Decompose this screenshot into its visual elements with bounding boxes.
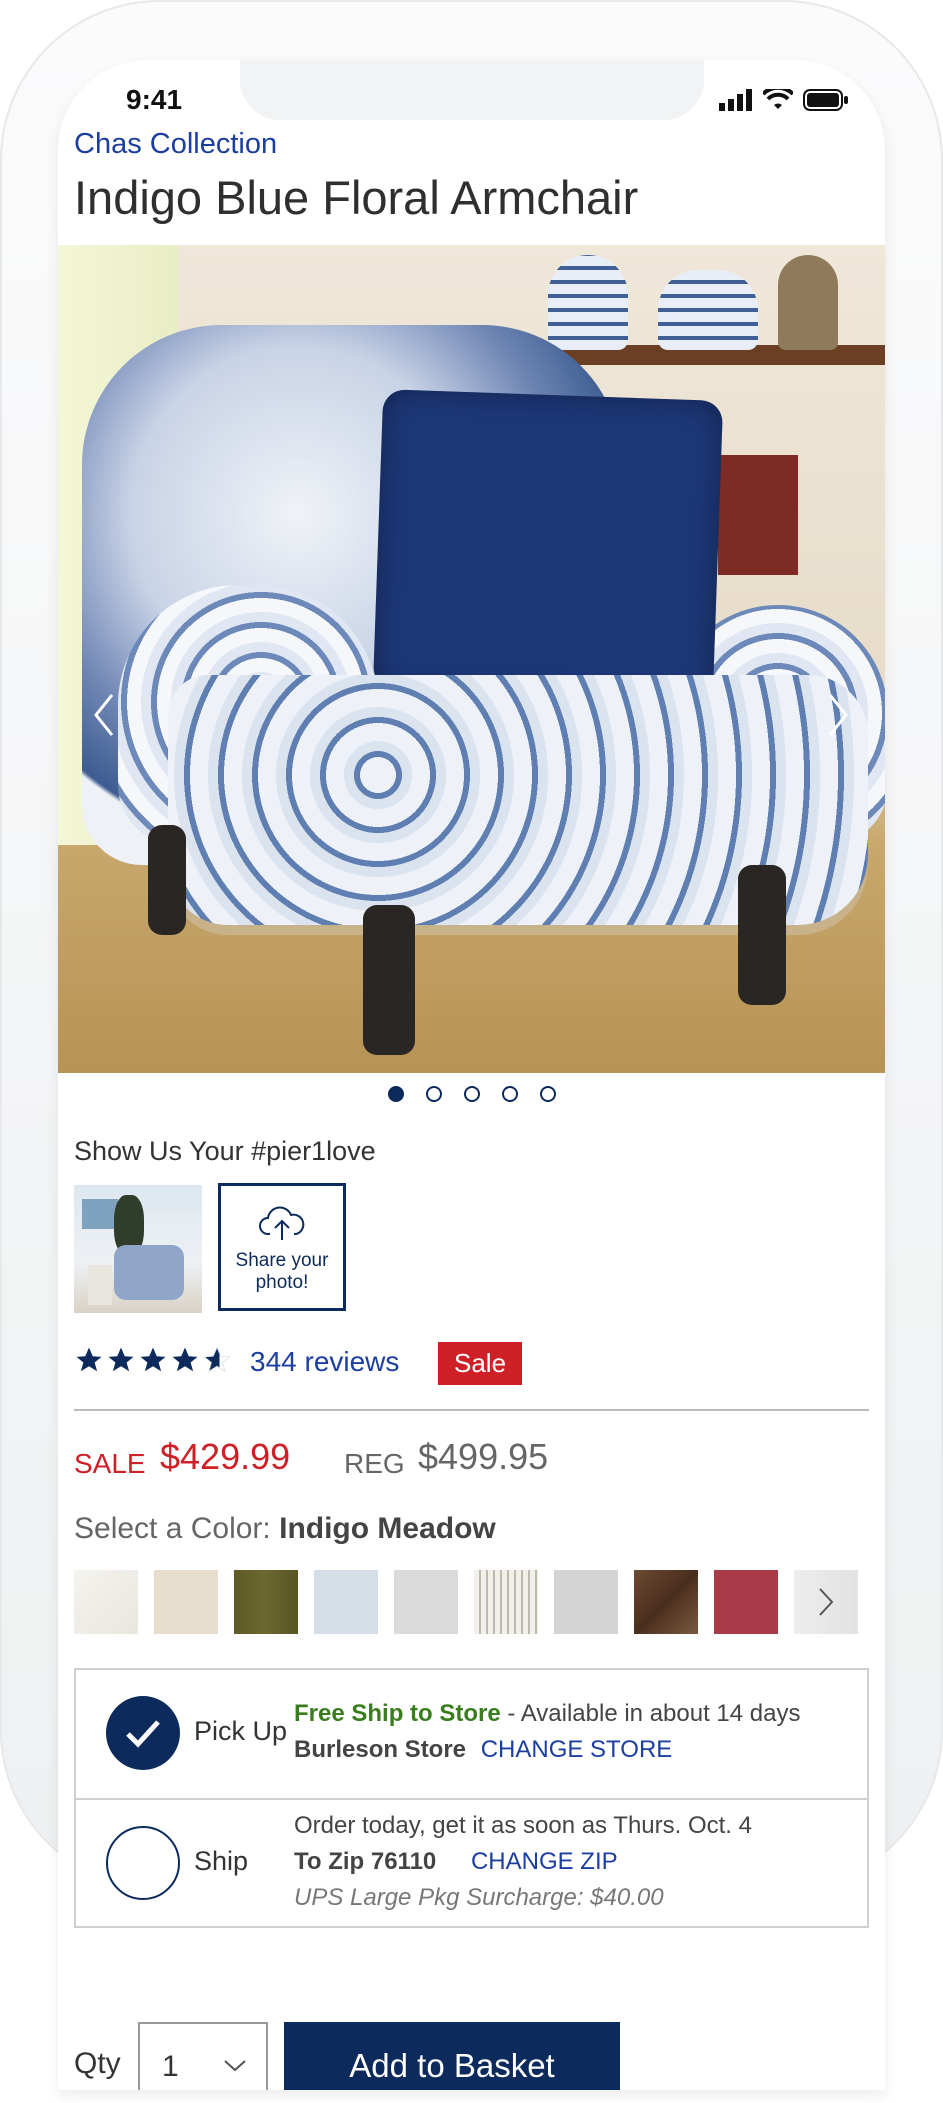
share-photo-button[interactable]: Share your photo! bbox=[218, 1183, 346, 1311]
pickup-radio[interactable] bbox=[106, 1696, 180, 1770]
chevron-left-icon bbox=[94, 694, 114, 736]
carousel-dot[interactable] bbox=[387, 1086, 404, 1102]
regular-price: $499.95 bbox=[418, 1436, 549, 1477]
color-swatches bbox=[74, 1570, 858, 1634]
share-photo-label: Share your photo! bbox=[235, 1250, 329, 1293]
carousel-dot[interactable] bbox=[425, 1086, 442, 1102]
color-label: Select a Color: Indigo Meadow bbox=[74, 1512, 496, 1546]
chevron-right-icon bbox=[828, 694, 848, 736]
star-rating bbox=[74, 1345, 232, 1375]
chevron-right-icon bbox=[819, 1588, 834, 1616]
carousel-dots bbox=[58, 1086, 885, 1102]
pickup-availability: Free Ship to Store - Available in about … bbox=[294, 1700, 800, 1728]
qty-value: 1 bbox=[162, 2050, 179, 2083]
carousel-prev-button[interactable] bbox=[84, 685, 124, 745]
status-icons bbox=[719, 88, 849, 112]
pickup-store-line: Burleson Store CHANGE STORE bbox=[294, 1736, 672, 1764]
color-swatch[interactable] bbox=[474, 1570, 538, 1634]
star-icon bbox=[140, 1347, 166, 1372]
regular-price-label: REG bbox=[344, 1448, 405, 1479]
product-title: Indigo Blue Floral Armchair bbox=[74, 171, 639, 224]
carousel-dot[interactable] bbox=[463, 1086, 480, 1102]
color-swatch[interactable] bbox=[554, 1570, 618, 1634]
sale-badge: Sale bbox=[438, 1342, 523, 1385]
ship-zip-line: To Zip 76110 CHANGE ZIP bbox=[294, 1848, 618, 1876]
change-zip-link[interactable]: CHANGE ZIP bbox=[471, 1848, 618, 1875]
carousel-next-button[interactable] bbox=[818, 685, 858, 745]
chevron-down-icon bbox=[224, 2060, 246, 2072]
store-name: Burleson Store bbox=[294, 1736, 467, 1763]
ship-radio[interactable] bbox=[106, 1826, 180, 1900]
star-icon bbox=[172, 1347, 198, 1372]
wifi-icon bbox=[763, 89, 793, 109]
reviews-link[interactable]: 344 reviews bbox=[250, 1346, 399, 1378]
rating-row: 344 reviews bbox=[74, 1342, 399, 1378]
ship-surcharge: UPS Large Pkg Surcharge: $40.00 bbox=[294, 1884, 664, 1911]
color-swatch[interactable] bbox=[714, 1570, 778, 1634]
divider bbox=[74, 1409, 869, 1411]
star-icon bbox=[76, 1347, 102, 1372]
carousel-dot[interactable] bbox=[501, 1086, 518, 1102]
customer-photo-thumbnail[interactable] bbox=[74, 1185, 202, 1313]
device-notch bbox=[240, 60, 704, 120]
sale-price: $429.99 bbox=[160, 1436, 291, 1477]
add-to-basket-button[interactable]: Add to Basket bbox=[284, 2022, 620, 2090]
color-swatch[interactable] bbox=[394, 1570, 458, 1634]
color-swatch[interactable] bbox=[74, 1570, 138, 1634]
fulfillment-options: Pick Up Free Ship to Store - Available i… bbox=[74, 1668, 869, 1928]
ship-label: Ship bbox=[194, 1846, 249, 1876]
status-time: 9:41 bbox=[126, 84, 183, 115]
app-screen: 9:41 Chas Collection Indigo Blue Floral … bbox=[58, 60, 885, 2090]
signal-icon bbox=[719, 89, 752, 111]
color-swatch[interactable] bbox=[234, 1570, 298, 1634]
color-label-text: Select a Color: bbox=[74, 1512, 271, 1545]
ship-zip: To Zip 76110 bbox=[294, 1848, 437, 1875]
color-swatch[interactable] bbox=[154, 1570, 218, 1634]
half-star-icon bbox=[203, 1346, 231, 1373]
qty-label: Qty bbox=[74, 2047, 121, 2080]
pickup-option[interactable]: Pick Up Free Ship to Store - Available i… bbox=[76, 1670, 867, 1800]
checkmark-icon bbox=[126, 1720, 160, 1748]
qty-select[interactable]: 1 bbox=[138, 2022, 268, 2090]
free-ship-to-store: Free Ship to Store bbox=[294, 1700, 501, 1727]
carousel-dot[interactable] bbox=[539, 1086, 556, 1102]
availability-text: - Available in about 14 days bbox=[507, 1700, 801, 1727]
ugc-title: Show Us Your #pier1love bbox=[74, 1136, 376, 1166]
swatch-next-button[interactable] bbox=[794, 1570, 858, 1634]
pickup-label: Pick Up bbox=[194, 1716, 288, 1746]
collection-link[interactable]: Chas Collection bbox=[74, 128, 277, 161]
star-icon bbox=[108, 1347, 134, 1372]
selected-color-name: Indigo Meadow bbox=[279, 1512, 496, 1545]
cloud-upload-icon bbox=[259, 1206, 305, 1240]
change-store-link[interactable]: CHANGE STORE bbox=[481, 1736, 673, 1763]
color-swatch[interactable] bbox=[634, 1570, 698, 1634]
product-image-carousel[interactable] bbox=[58, 245, 885, 1073]
ship-eta: Order today, get it as soon as Thurs. Oc… bbox=[294, 1812, 752, 1839]
color-swatch[interactable] bbox=[314, 1570, 378, 1634]
battery-icon bbox=[803, 89, 848, 111]
ship-option[interactable]: Ship Order today, get it as soon as Thur… bbox=[76, 1800, 867, 1926]
sale-price-label: SALE bbox=[74, 1448, 146, 1479]
